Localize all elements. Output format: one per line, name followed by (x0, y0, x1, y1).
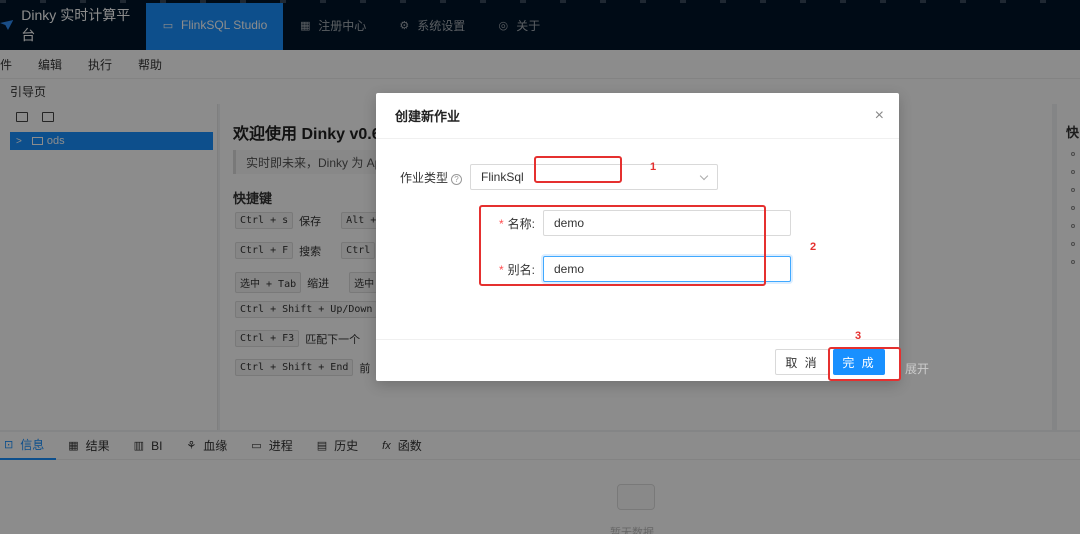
annotation-box-2 (479, 205, 766, 286)
dialog-title: 创建新作业 (376, 93, 899, 139)
job-type-label: 作业类型? (386, 169, 470, 186)
close-icon[interactable]: × (875, 107, 884, 125)
annotation-number-1: 1 (650, 161, 657, 173)
annotation-number-2: 2 (810, 241, 817, 253)
job-type-label-text: 作业类型 (399, 170, 448, 185)
cancel-button[interactable]: 取 消 (775, 349, 829, 375)
annotation-number-3: 3 (855, 330, 862, 342)
chevron-down-icon (699, 171, 709, 180)
job-type-value: FlinkSql (481, 170, 524, 184)
annotation-box-3 (828, 347, 901, 381)
annotation-box-1 (534, 156, 622, 183)
question-circle-icon[interactable]: ? (451, 173, 462, 185)
expand-text: 展开 (905, 362, 930, 376)
